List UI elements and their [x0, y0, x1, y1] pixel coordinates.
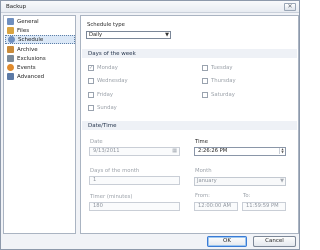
sidebar-item-label: Archive: [17, 46, 38, 53]
from-value: 12:00:00 AM: [198, 203, 231, 209]
days-of-month-label: Days of the month: [90, 168, 140, 174]
files-icon: [7, 27, 14, 34]
datetime-group-title: Date/Time: [88, 123, 117, 129]
month-label: Month: [195, 168, 212, 174]
days-group-header: Days of the week: [82, 49, 297, 58]
calendar-icon: ▦: [172, 148, 177, 154]
month-select[interactable]: January ▼: [194, 177, 286, 186]
tuesday-label: Tuesday: [211, 65, 233, 71]
sidebar-item-label: Events: [17, 64, 36, 71]
thursday-label: Thursday: [211, 78, 236, 84]
month-value: January: [197, 178, 217, 184]
spin-down-icon[interactable]: ▼: [279, 151, 285, 154]
to-time-field[interactable]: 11:59:59 PM: [242, 202, 286, 211]
schedule-panel: Schedule type Daily ▼ Days of the week ✓…: [80, 15, 299, 234]
wednesday-checkbox[interactable]: Wednesday: [88, 78, 128, 84]
sidebar: General Files Schedule Archive Exclusion…: [3, 15, 76, 234]
monday-checkbox[interactable]: ✓ Monday: [88, 65, 118, 71]
thursday-checkbox[interactable]: Thursday: [202, 78, 236, 84]
saturday-checkbox[interactable]: Saturday: [202, 92, 235, 98]
sidebar-item-exclusions[interactable]: Exclusions: [5, 54, 75, 63]
advanced-icon: [7, 73, 14, 80]
date-picker[interactable]: 9/13/2011 ▦: [89, 147, 180, 156]
friday-checkbox[interactable]: Friday: [88, 92, 113, 98]
general-icon: [7, 18, 14, 25]
datetime-group-header: Date/Time: [82, 121, 297, 130]
close-icon: ✕: [287, 3, 293, 10]
sidebar-item-events[interactable]: Events: [5, 63, 75, 72]
monday-label: Monday: [97, 65, 118, 71]
title-bar: Backup ✕: [1, 1, 299, 13]
timer-field[interactable]: 180: [89, 202, 180, 211]
to-label: To:: [243, 193, 251, 199]
days-of-month-value: 1: [93, 177, 97, 183]
archive-icon: [7, 46, 14, 53]
days-of-month-field[interactable]: 1: [89, 176, 180, 185]
events-icon: [7, 64, 14, 71]
ok-button[interactable]: OK: [207, 236, 247, 247]
time-spinner[interactable]: 2:26:26 PM ▲ ▼: [194, 147, 286, 156]
schedule-type-value: Daily: [89, 32, 103, 38]
from-time-field[interactable]: 12:00:00 AM: [194, 202, 238, 211]
sidebar-item-label: General: [17, 18, 39, 25]
sidebar-item-label: Schedule: [18, 36, 44, 43]
schedule-icon: [8, 36, 15, 43]
saturday-label: Saturday: [211, 92, 235, 98]
sidebar-item-general[interactable]: General: [5, 17, 75, 26]
time-label: Time: [195, 139, 208, 145]
from-label: From:: [195, 193, 210, 199]
wednesday-label: Wednesday: [97, 78, 128, 84]
chevron-down-icon: ▼: [280, 178, 284, 184]
tuesday-checkbox[interactable]: Tuesday: [202, 65, 233, 71]
schedule-type-select[interactable]: Daily ▼: [86, 31, 171, 39]
time-value: 2:26:26 PM: [198, 148, 228, 154]
sidebar-item-files[interactable]: Files: [5, 26, 75, 35]
timer-value: 180: [93, 203, 103, 209]
date-value: 9/13/2011: [93, 148, 120, 154]
sunday-label: Sunday: [97, 105, 117, 111]
close-button[interactable]: ✕: [284, 3, 296, 11]
sidebar-item-label: Advanced: [17, 73, 45, 80]
timer-label: Timer (minutes): [90, 194, 133, 200]
sidebar-item-advanced[interactable]: Advanced: [5, 72, 75, 81]
exclusions-icon: [7, 55, 14, 62]
date-label: Date: [90, 139, 103, 145]
cancel-button[interactable]: Cancel: [253, 236, 296, 247]
sidebar-item-archive[interactable]: Archive: [5, 45, 75, 54]
sidebar-item-label: Exclusions: [17, 55, 46, 62]
sidebar-item-label: Files: [17, 27, 30, 34]
schedule-type-label: Schedule type: [87, 22, 125, 28]
check-icon: ✓: [88, 65, 94, 71]
friday-label: Friday: [97, 92, 114, 98]
days-group-title: Days of the week: [88, 51, 136, 57]
to-value: 11:59:59 PM: [246, 203, 279, 209]
window-title: Backup: [6, 4, 27, 10]
sunday-checkbox[interactable]: Sunday: [88, 105, 117, 111]
backup-window: Backup ✕ General Files Schedule Archive …: [0, 0, 300, 250]
sidebar-item-schedule[interactable]: Schedule: [5, 35, 75, 44]
chevron-down-icon: ▼: [165, 32, 169, 38]
